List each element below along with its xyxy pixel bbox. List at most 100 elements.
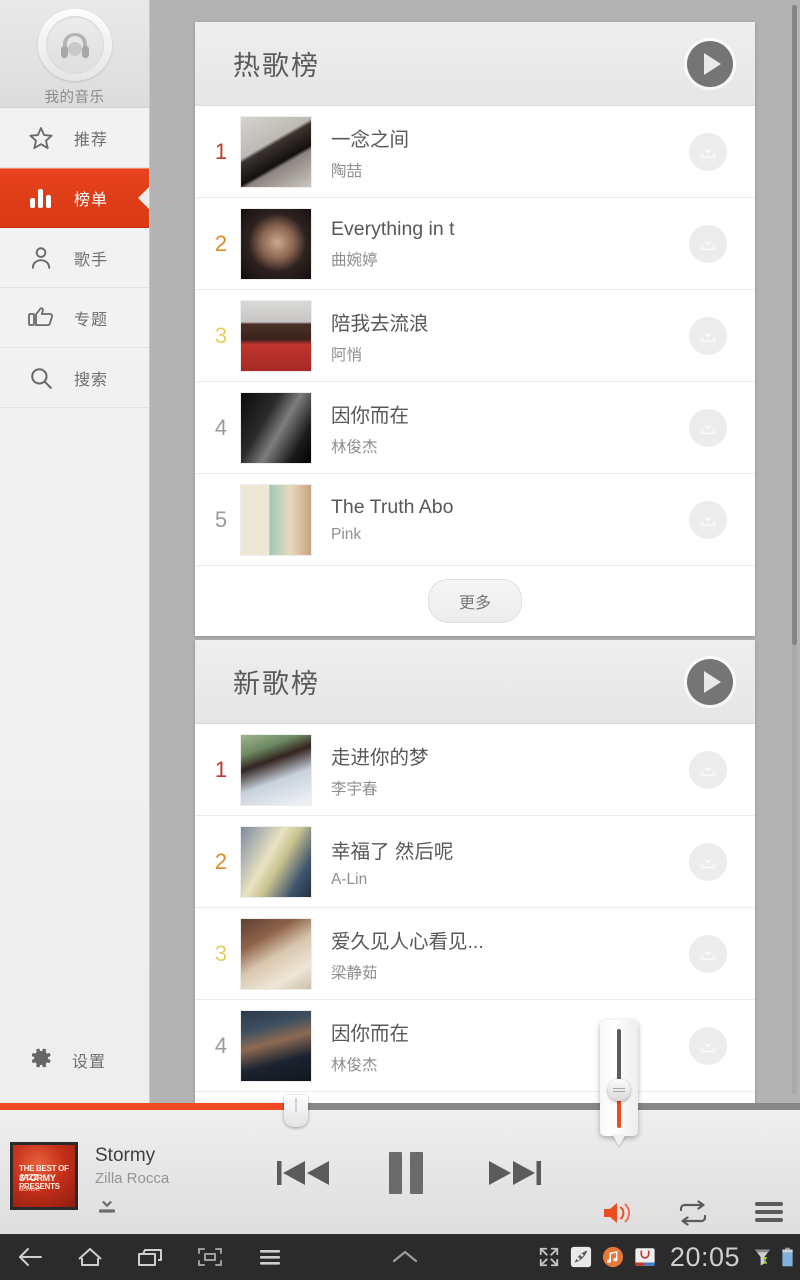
row-meta: 走进你的梦 李宇春: [311, 741, 689, 799]
collapse-chevron-icon[interactable]: [375, 1234, 435, 1280]
progress-bar-thumb[interactable]: [284, 1095, 308, 1127]
fullscreen-icon[interactable]: [538, 1246, 560, 1268]
row-song-title: 因你而在: [331, 404, 410, 427]
screenshot-icon[interactable]: [180, 1234, 240, 1280]
row-rank: 1: [214, 138, 228, 164]
row-meta: 幸福了 然后呢 A-Lin: [311, 835, 689, 889]
download-button[interactable]: [689, 934, 727, 973]
album-art-line2: STORMY: [19, 1173, 56, 1183]
home-icon[interactable]: [60, 1234, 120, 1280]
scrollbar-thumb[interactable]: [792, 5, 797, 645]
row-rank: 5: [214, 506, 228, 532]
section-title: 热歌榜: [233, 51, 320, 81]
download-button[interactable]: [689, 224, 727, 263]
section-play-button[interactable]: [687, 40, 733, 87]
row-meta: 一念之间 陶喆: [311, 123, 689, 181]
search-icon: [26, 365, 56, 391]
row-artist: 李宇春: [331, 780, 378, 798]
table-row[interactable]: 1 走进你的梦 李宇春: [195, 724, 755, 816]
play-icon: [704, 670, 721, 693]
playlist-button[interactable]: [753, 1200, 785, 1229]
volume-button[interactable]: [602, 1200, 636, 1231]
sidebar-item-settings[interactable]: 设置: [0, 1034, 149, 1086]
album-thumbnail: [241, 918, 311, 989]
now-playing-album-art[interactable]: THE BEST OF JAZZ PRESENTS STORMY MONDAY: [10, 1142, 78, 1210]
album-thumbnail: [241, 208, 311, 279]
row-artist: A-Lin: [331, 870, 368, 888]
volume-slider-knob[interactable]: [608, 1079, 630, 1101]
section-title: 新歌榜: [233, 669, 320, 699]
headphones-icon: [45, 16, 104, 74]
page-scrollbar[interactable]: [792, 5, 797, 1095]
download-button[interactable]: [689, 1026, 727, 1065]
download-button[interactable]: [689, 842, 727, 881]
row-meta: 因你而在 林俊杰: [311, 399, 689, 457]
progress-bar-track[interactable]: [0, 1095, 800, 1127]
table-row[interactable]: 2 Everything in t 曲婉婷: [195, 198, 755, 290]
table-row[interactable]: 3 爱久见人心看见... 梁静茹: [195, 908, 755, 1000]
more-row: 更多: [195, 566, 755, 636]
row-song-title: 爱久见人心看见...: [331, 930, 484, 953]
volume-slider-body[interactable]: [600, 1020, 638, 1136]
avatar[interactable]: [37, 9, 112, 81]
table-row[interactable]: 2 幸福了 然后呢 A-Lin: [195, 816, 755, 908]
row-artist: 阿悄: [331, 346, 363, 364]
repeat-button[interactable]: [676, 1200, 710, 1231]
volume-slider-popup[interactable]: [600, 1020, 638, 1148]
status-clock: 20:05: [669, 1241, 740, 1272]
status-tray: 20:05: [538, 1234, 794, 1280]
sidebar-item-search[interactable]: 搜索: [0, 348, 149, 408]
album-thumbnail: [241, 484, 311, 555]
download-button[interactable]: [689, 132, 727, 171]
section-header: 新歌榜: [195, 640, 755, 724]
row-meta: 爱久见人心看见... 梁静茹: [311, 925, 689, 983]
row-rank: 4: [214, 414, 228, 440]
album-art-line3: MONDAY: [19, 1187, 41, 1193]
row-rank: 4: [214, 1032, 228, 1058]
play-icon: [704, 52, 721, 75]
row-song-title: 幸福了 然后呢: [331, 840, 454, 863]
main-scroll-area[interactable]: 热歌榜 1 一念之间 陶喆 2 Everything in t 曲婉婷 3 陪我…: [150, 0, 800, 1108]
table-row[interactable]: 4 因你而在 林俊杰: [195, 382, 755, 474]
download-button[interactable]: [689, 750, 727, 789]
sidebar: 我的音乐 推荐 榜单 歌手 专题 搜索 设置: [0, 0, 150, 1108]
table-row[interactable]: 1 一念之间 陶喆: [195, 106, 755, 198]
table-row[interactable]: 5 The Truth Abo Pink: [195, 474, 755, 566]
previous-track-button[interactable]: [275, 1159, 331, 1192]
person-icon: [26, 245, 56, 271]
menu-icon[interactable]: [240, 1234, 300, 1280]
sidebar-item-label: 歌手: [74, 251, 109, 269]
active-notch-icon: [138, 186, 149, 209]
download-button[interactable]: [689, 316, 727, 355]
download-icon[interactable]: [95, 1193, 119, 1222]
sidebar-item-topics[interactable]: 专题: [0, 288, 149, 348]
sidebar-item-label: 榜单: [74, 191, 109, 209]
download-button[interactable]: [689, 500, 727, 539]
table-row[interactable]: 4 因你而在 林俊杰: [195, 1000, 755, 1092]
row-song-title: The Truth Abo: [331, 495, 454, 518]
pause-button[interactable]: [385, 1150, 427, 1201]
pea-app-icon[interactable]: [570, 1246, 592, 1268]
row-song-title: 走进你的梦: [331, 746, 429, 769]
download-button[interactable]: [689, 408, 727, 447]
sidebar-item-artists[interactable]: 歌手: [0, 228, 149, 288]
row-meta: The Truth Abo Pink: [311, 496, 689, 544]
more-button[interactable]: 更多: [427, 579, 522, 623]
market-app-icon[interactable]: [634, 1246, 656, 1268]
sidebar-item-label: 设置: [72, 1054, 107, 1071]
nav-left-group: [0, 1234, 300, 1280]
sidebar-header[interactable]: 我的音乐: [0, 0, 149, 108]
row-artist: 林俊杰: [331, 438, 378, 456]
table-row[interactable]: 3 陪我去流浪 阿悄: [195, 290, 755, 382]
section-play-button[interactable]: [687, 658, 733, 705]
music-app-icon[interactable]: [602, 1246, 624, 1268]
sidebar-item-recommend[interactable]: 推荐: [0, 108, 149, 168]
sidebar-item-charts[interactable]: 榜单: [0, 168, 149, 228]
star-icon: [26, 125, 56, 151]
back-arrow-icon[interactable]: [0, 1234, 60, 1280]
next-track-button[interactable]: [487, 1159, 543, 1192]
row-artist: 曲婉婷: [331, 251, 378, 269]
recent-apps-icon[interactable]: [120, 1234, 180, 1280]
now-playing-title: Stormy: [95, 1145, 156, 1166]
sidebar-item-label: 推荐: [74, 131, 109, 149]
